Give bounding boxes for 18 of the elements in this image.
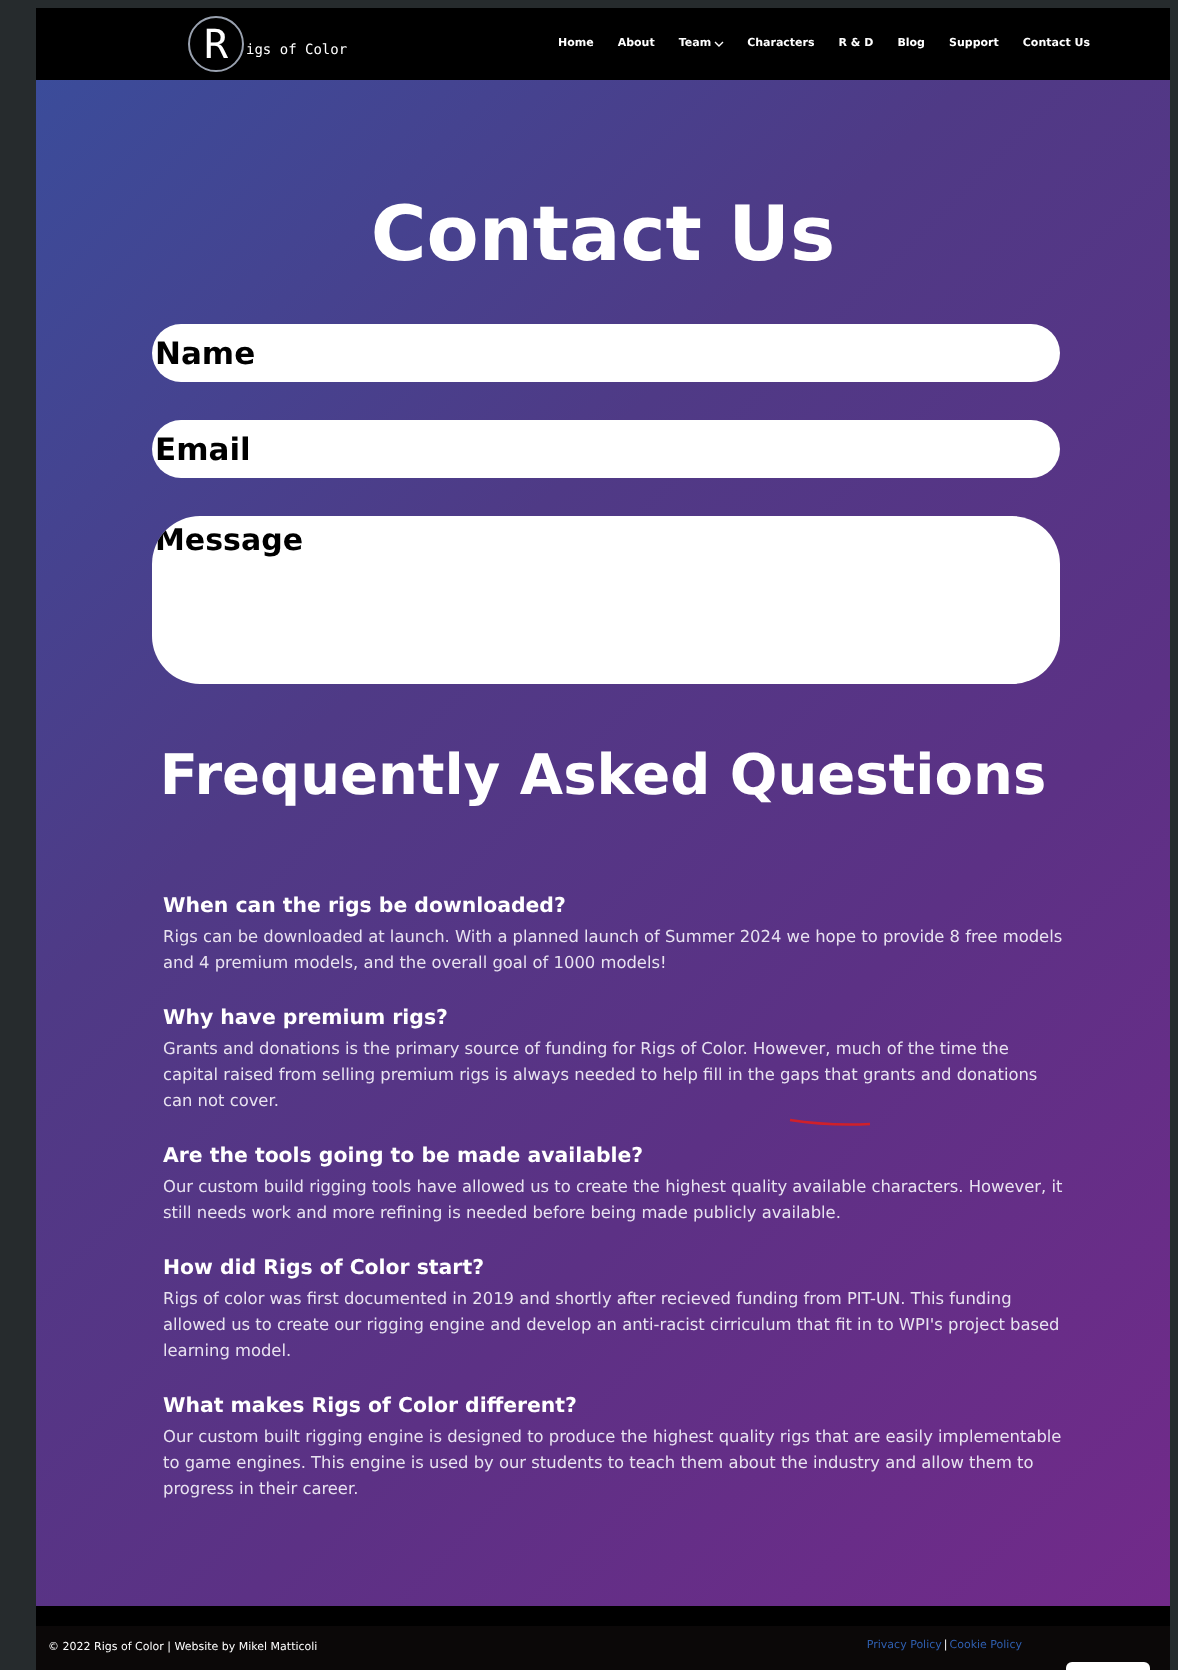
faq-question: When can the rigs be downloaded?	[163, 894, 568, 922]
logo-initial: R	[188, 16, 244, 72]
page-title: Contact Us	[370, 196, 836, 272]
chevron-icon	[713, 40, 724, 48]
faq-question: Are the tools going to be made available?	[163, 1144, 646, 1172]
annotation-mark	[787, 1118, 871, 1128]
faq-question: Why have premium rigs?	[163, 1006, 450, 1034]
text-field[interactable]: Email	[151, 420, 1059, 478]
faq-answer: Rigs of color was first documented in 2019 and shortly after recieved funding from PIT-UN. This funding allowed us to create our rigging engine and develop an anti-racist cirriculum that fit in to WPI's project based learning model.	[163, 1286, 1062, 1364]
faq-question: How did Rigs of Color start?	[163, 1256, 486, 1284]
faq-answer: Our custom built rigging engine is designed to produce the highest quality rigs that are easily implementable to game engines. This engine is used by our students to teach them about the industry and allow them to progress in their career.	[163, 1424, 1064, 1502]
faq-question: What makes Rigs of Color different?	[163, 1394, 579, 1422]
faq-answer: Rigs can be downloaded at launch. With a planned launch of Summer 2024 we hope to provide 8 free models and 4 premium models, and the overall goal of 1000 models!	[163, 924, 1065, 976]
text-field[interactable]: Name	[151, 324, 1059, 382]
message-field[interactable]: Message	[151, 516, 1059, 684]
faq-answer: Grants and donations is the primary source of funding for Rigs of Color. However, much of the time the capital raised from selling premium rigs is always needed to help fill in the gaps that grants and donations can not cover.	[163, 1036, 1040, 1114]
faq-title: Frequently Asked Questions	[159, 748, 1047, 804]
faq-answer: Our custom build rigging tools have allowed us to create the highest quality available characters. However, it still needs work and more refining is needed before being made publicly available.	[163, 1174, 1065, 1226]
